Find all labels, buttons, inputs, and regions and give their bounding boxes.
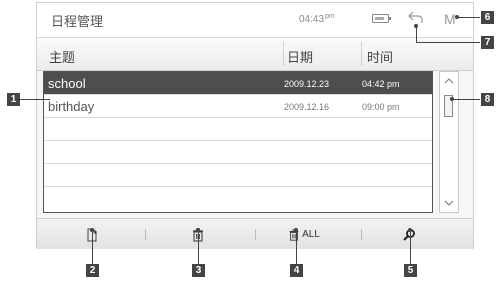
callout-dot bbox=[294, 228, 298, 232]
callout-leader bbox=[458, 17, 480, 18]
callout-dot bbox=[196, 228, 200, 232]
scroll-up-icon[interactable] bbox=[440, 74, 458, 88]
callout-leader bbox=[20, 99, 50, 100]
column-divider bbox=[361, 42, 362, 66]
list-scrollbar[interactable] bbox=[439, 71, 459, 213]
row-subject: school bbox=[48, 76, 86, 91]
callout-4: 4 bbox=[290, 264, 303, 277]
callout-leader bbox=[296, 230, 297, 266]
column-divider bbox=[283, 42, 284, 66]
row-time: 09:00 pm bbox=[362, 102, 400, 112]
callout-leader bbox=[410, 230, 411, 266]
toolbar-divider bbox=[145, 229, 146, 240]
column-header-time[interactable]: 时间 bbox=[367, 47, 393, 66]
toolbar-divider bbox=[255, 229, 256, 240]
table-row[interactable] bbox=[44, 164, 432, 187]
search-button[interactable] bbox=[394, 219, 424, 250]
table-row[interactable] bbox=[44, 187, 432, 210]
callout-dot bbox=[90, 228, 94, 232]
callout-leader bbox=[452, 99, 480, 100]
callout-leader bbox=[416, 26, 417, 42]
title-bar: 日程管理 04:43pm M bbox=[37, 3, 473, 37]
scroll-down-icon[interactable] bbox=[440, 196, 458, 210]
column-header-subject[interactable]: 主题 bbox=[49, 47, 75, 66]
table-row[interactable] bbox=[44, 141, 432, 164]
callout-2: 2 bbox=[86, 264, 99, 277]
row-date: 2009.12.23 bbox=[284, 79, 330, 89]
callout-dot bbox=[455, 15, 459, 19]
table-row[interactable]: birthday 2009.12.16 09:00 pm bbox=[44, 95, 432, 118]
callout-6: 6 bbox=[481, 11, 494, 24]
delete-all-label: ALL bbox=[302, 229, 320, 240]
table-row[interactable]: school 2009.12.23 04:42 pm bbox=[44, 72, 432, 95]
status-clock: 04:43pm bbox=[299, 13, 335, 25]
menu-button[interactable]: M bbox=[444, 11, 456, 27]
schedule-screen: 日程管理 04:43pm M 主题 日期 时间 school 2009.12.2… bbox=[36, 2, 474, 249]
callout-dot bbox=[414, 24, 418, 28]
table-row[interactable] bbox=[44, 118, 432, 141]
callout-leader bbox=[416, 42, 480, 43]
row-subject: birthday bbox=[48, 99, 95, 114]
callout-1: 1 bbox=[7, 93, 20, 106]
row-time: 04:42 pm bbox=[362, 79, 400, 89]
battery-icon bbox=[372, 14, 391, 23]
callout-7: 7 bbox=[481, 36, 494, 49]
callout-leader bbox=[92, 230, 93, 266]
bottom-toolbar: ALL bbox=[37, 218, 473, 249]
callout-8: 8 bbox=[481, 93, 494, 106]
callout-dot bbox=[408, 228, 412, 232]
callout-3: 3 bbox=[192, 264, 205, 277]
callout-leader bbox=[198, 230, 199, 266]
delete-all-button[interactable]: ALL bbox=[281, 219, 327, 250]
callout-5: 5 bbox=[404, 264, 417, 277]
toolbar-divider bbox=[361, 229, 362, 240]
schedule-list: school 2009.12.23 04:42 pm birthday 2009… bbox=[43, 71, 433, 213]
callout-dot bbox=[450, 97, 454, 101]
column-header-row: 主题 日期 时间 bbox=[37, 37, 473, 71]
app-title: 日程管理 bbox=[51, 15, 104, 30]
column-header-date[interactable]: 日期 bbox=[287, 47, 313, 66]
row-date: 2009.12.16 bbox=[284, 102, 330, 112]
